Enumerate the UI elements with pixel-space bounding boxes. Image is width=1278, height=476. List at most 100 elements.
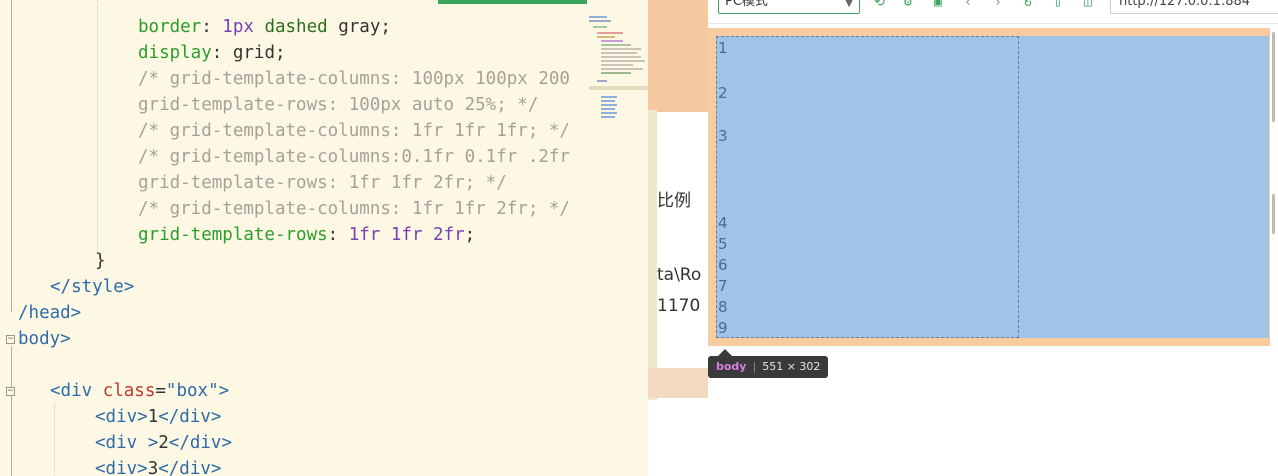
code-line[interactable]: grid-template-rows: 1fr 1fr 2fr; [138, 222, 475, 248]
code-line[interactable]: /* grid-template-columns: 1fr 1fr 2fr; *… [138, 196, 570, 222]
code-token: grid-template-rows: 1fr 1fr 2fr; */ [138, 173, 507, 193]
inspect-icon[interactable]: ▣ [934, 0, 942, 10]
grid-item: 2 [718, 84, 728, 102]
url-input[interactable]: http://127.0.0.1:884 [1110, 0, 1278, 14]
back-icon[interactable]: ‹ [964, 0, 972, 10]
code-line[interactable]: /* grid-template-columns: 1fr 1fr 1fr; *… [138, 118, 570, 144]
code-token: <div> [95, 459, 148, 476]
code-line[interactable]: grid-template-rows: 100px auto 25%; */ [138, 92, 538, 118]
minimap[interactable] [587, 0, 657, 476]
code-token: 1 [147, 407, 159, 427]
background-scrollbar [648, 110, 657, 400]
code-token: gray; [327, 17, 391, 37]
code-line[interactable]: /head> [18, 300, 81, 326]
tooltip-size: 551 × 302 [762, 360, 821, 373]
code-line[interactable]: <div >2</div> [95, 430, 232, 456]
grid-item: 4 [718, 214, 728, 232]
element-inspect-tooltip: body | 551 × 302 [708, 356, 829, 378]
code-line[interactable]: <div>3</div> [95, 456, 221, 476]
code-line[interactable]: grid-template-rows: 1fr 1fr 2fr; */ [138, 170, 507, 196]
code-token: 2fr [433, 225, 465, 245]
open-external-icon[interactable]: ◫ [1084, 0, 1092, 10]
code-line[interactable]: <div class="box"> [50, 378, 229, 404]
indent-guide [97, 0, 98, 252]
code-token: /head> [18, 303, 82, 323]
fold-guide [11, 0, 12, 312]
code-token: : [201, 17, 223, 37]
background-text: 1170 [657, 296, 701, 316]
grid-column-outline [716, 36, 1019, 338]
fold-collapse-icon[interactable]: − [6, 387, 15, 396]
grid-item: 7 [718, 277, 728, 295]
code-token: </div> [158, 407, 222, 427]
grid-item: 9 [718, 319, 728, 337]
refresh-icon[interactable]: ↻ [1024, 0, 1032, 10]
active-tab-indicator [438, 0, 587, 4]
background-text: 比例 [657, 191, 691, 211]
code-token: <div [95, 433, 148, 453]
code-line[interactable]: border: 1px dashed gray; [138, 14, 391, 40]
code-token: </div> [158, 459, 222, 476]
code-token: 3 [147, 459, 159, 476]
code-token: grid-template-rows: 100px auto 25%; */ [138, 95, 539, 115]
code-token: /* grid-template-columns:0.1fr 0.1fr .2f… [138, 147, 570, 167]
code-token: </style> [50, 277, 135, 297]
code-token: grid-template-rows [138, 225, 328, 245]
indent-guide [54, 404, 55, 476]
code-token: class [102, 381, 156, 401]
code-line[interactable]: body> [18, 326, 71, 352]
code-token: /* grid-template-columns: 100px 100px 20… [138, 69, 570, 89]
grid-item: 6 [718, 256, 728, 274]
grid-item: 1 [718, 39, 728, 57]
code-token: "box" [165, 381, 219, 401]
code-token: > [147, 433, 159, 453]
grid-item: 5 [718, 235, 728, 253]
scrollbar-thumb[interactable] [1272, 194, 1275, 234]
screenshot-icon[interactable]: ⟲ [874, 0, 885, 10]
code-token: <div [50, 381, 103, 401]
browser-scrollbar[interactable] [1270, 24, 1278, 476]
tooltip-arrow [718, 349, 732, 356]
background-window: 比例 ta\Ro 1170 [648, 0, 708, 476]
code-line[interactable]: /* grid-template-columns:0.1fr 0.1fr .2f… [138, 144, 570, 170]
forward-icon[interactable]: › [994, 0, 1002, 10]
code-line[interactable]: /* grid-template-columns: 100px 100px 20… [138, 66, 570, 92]
scrollbar-thumb[interactable] [1272, 32, 1275, 122]
code-token: /* grid-template-columns: 1fr 1fr 1fr; *… [138, 121, 570, 141]
code-token: dashed [264, 17, 328, 37]
device-mode-select[interactable]: PC模式 ▼ [718, 0, 860, 14]
code-token: 2 [158, 433, 169, 453]
browser-preview[interactable]: PC模式 ▼ ⟲ ⚙ ▣ ‹ › ↻ ▯ ◫ http://127.0.0.1:… [708, 0, 1278, 476]
code-token: 1fr [348, 225, 381, 245]
chevron-down-icon: ▼ [845, 0, 853, 9]
code-editor[interactable]: − − border: 1px dashed gray; display: gri… [0, 0, 657, 476]
code-line[interactable]: <div>1</div> [95, 404, 221, 430]
tooltip-tag: body [716, 360, 747, 373]
code-line[interactable]: display: grid; [138, 40, 286, 66]
code-token: = [155, 381, 166, 401]
code-line[interactable]: } [95, 248, 106, 274]
code-token: } [95, 251, 106, 271]
code-token: /* grid-template-columns: 1fr 1fr 2fr; *… [138, 199, 570, 219]
code-token: body> [18, 329, 71, 349]
fold-guide [11, 346, 12, 476]
background-panel [648, 368, 708, 398]
grid-item: 3 [718, 127, 728, 145]
code-token: > [218, 381, 230, 401]
devtools-icon[interactable]: ⚙ [904, 0, 912, 10]
fold-collapse-icon[interactable]: − [6, 335, 15, 344]
code-token: border [138, 17, 202, 37]
code-token: : grid; [211, 43, 286, 63]
browser-toolbar: PC模式 ▼ ⟲ ⚙ ▣ ‹ › ↻ ▯ ◫ http://127.0.0.1:… [708, 0, 1278, 24]
code-token: ; [464, 225, 476, 245]
device-mode-value: PC模式 [725, 0, 768, 9]
code-line[interactable]: </style> [50, 274, 134, 300]
code-token: <div> [95, 407, 148, 427]
code-token: : [327, 225, 349, 245]
code-token: </div> [168, 433, 232, 453]
copy-icon[interactable]: ▯ [1054, 0, 1062, 10]
grid-item: 8 [718, 298, 728, 316]
